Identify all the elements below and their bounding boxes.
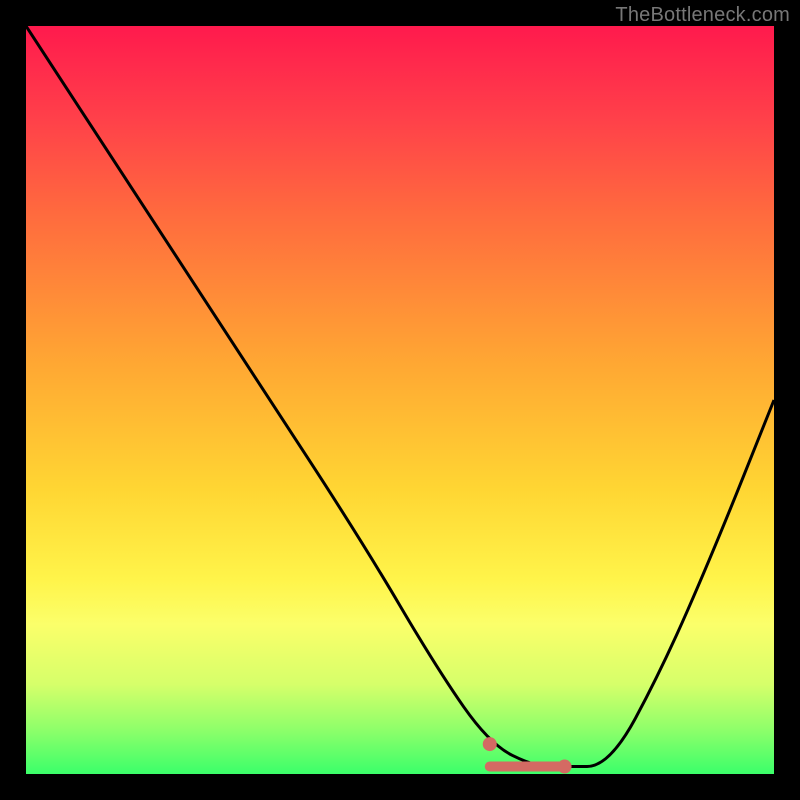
curve-line xyxy=(26,26,774,767)
curve-marker xyxy=(483,737,497,751)
chart-plot-area xyxy=(26,26,774,774)
watermark-text: TheBottleneck.com xyxy=(615,4,790,27)
curve-marker xyxy=(558,760,572,774)
bottleneck-curve xyxy=(26,26,774,774)
